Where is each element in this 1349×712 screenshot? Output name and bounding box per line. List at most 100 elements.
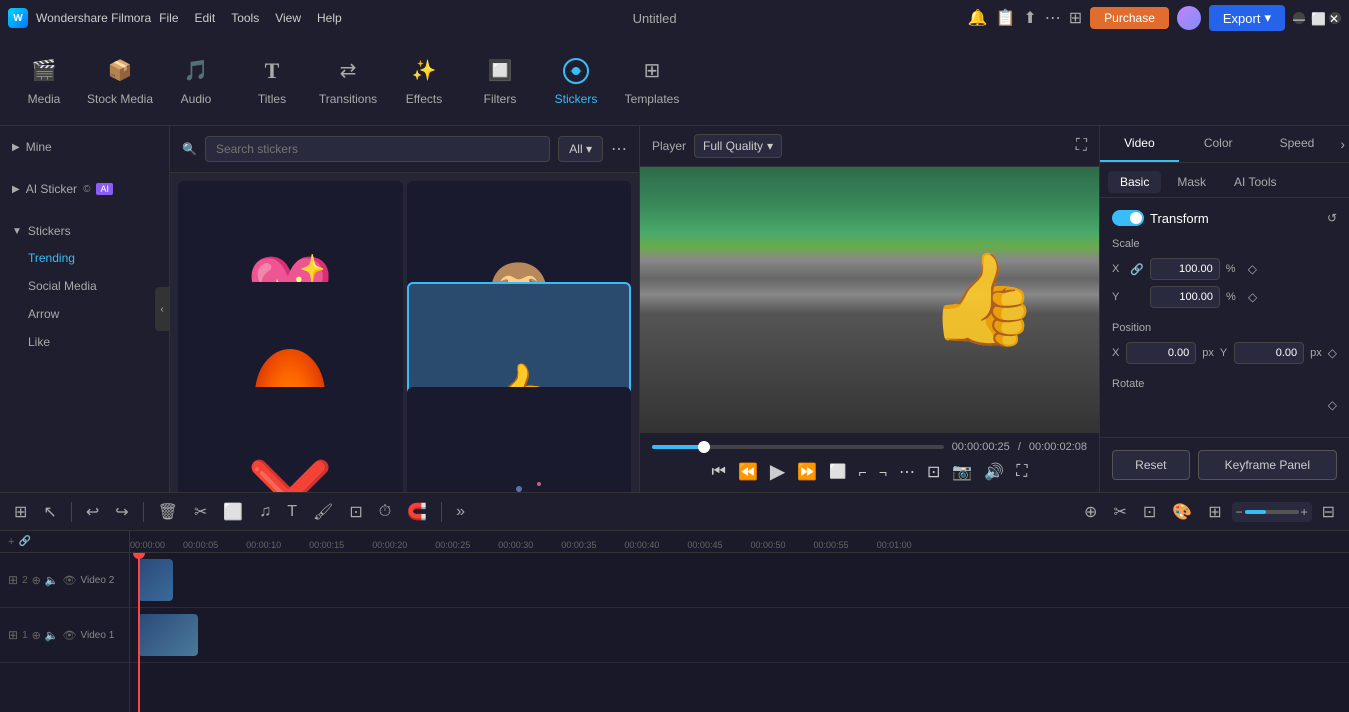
audio-mute-icon[interactable]: 🔈 (45, 574, 59, 587)
scale-y-input[interactable] (1150, 286, 1220, 308)
sticker-x-circle[interactable]: ❌ (178, 387, 403, 492)
audio-detach-button[interactable]: ♫ (253, 499, 277, 525)
zoom-in-icon[interactable]: + (1301, 505, 1308, 519)
more-edit-button[interactable]: » (450, 499, 471, 525)
tab-video[interactable]: Video (1100, 126, 1179, 162)
tool-audio[interactable]: 🎵 Audio (160, 43, 232, 118)
speed-edit-button[interactable]: ⏱ (373, 499, 397, 525)
transform-toggle[interactable] (1112, 210, 1144, 226)
more-tabs-icon[interactable]: › (1336, 126, 1349, 162)
purchase-button[interactable]: Purchase (1090, 7, 1169, 29)
icon-bookmark[interactable]: 📋 (995, 8, 1015, 28)
snap-button[interactable]: 🧲 (401, 498, 433, 526)
text-button[interactable]: T (281, 499, 303, 525)
tool-transitions[interactable]: ⇄ Transitions (312, 43, 384, 118)
frame-forward-button[interactable]: ⏩ (797, 462, 817, 482)
scale-y-reset-icon[interactable]: ◇ (1248, 290, 1257, 304)
reset-button[interactable]: Reset (1112, 450, 1190, 480)
filter-dropdown[interactable]: All ▾ (558, 136, 603, 162)
subtab-basic[interactable]: Basic (1108, 171, 1161, 193)
delete-button[interactable]: 🗑 (152, 498, 184, 526)
audio-icon[interactable]: ⋯ (899, 462, 915, 482)
zoom-out-icon[interactable]: − (1236, 505, 1243, 519)
cut-button[interactable]: ✂ (188, 498, 213, 526)
user-avatar[interactable] (1177, 6, 1201, 30)
tool-media[interactable]: 🎬 Media (8, 43, 80, 118)
crop-button[interactable]: ⬜ (829, 463, 846, 480)
menu-tools[interactable]: Tools (231, 11, 259, 25)
fullscreen-icon[interactable]: ⛶ (1076, 137, 1087, 155)
section-mine-header[interactable]: ▶ Mine (0, 134, 169, 160)
menu-help[interactable]: Help (317, 11, 342, 25)
motion-track-button[interactable]: ⊕ (1078, 498, 1103, 526)
subtab-mask[interactable]: Mask (1165, 171, 1218, 193)
track-video2[interactable] (130, 553, 1349, 608)
tab-speed[interactable]: Speed (1258, 126, 1337, 162)
collapse-panel-button[interactable]: ‹ (155, 287, 169, 331)
tool-stickers[interactable]: Stickers (540, 43, 612, 118)
tool-titles[interactable]: T Titles (236, 43, 308, 118)
sticker-particles[interactable] (407, 387, 632, 492)
crop-edit-button[interactable]: ⬜ (217, 498, 249, 526)
close-button[interactable]: ✕ (1329, 12, 1341, 24)
tool-templates[interactable]: ⊞ Templates (616, 43, 688, 118)
add-media-icon-2[interactable]: ⊕ (32, 629, 41, 642)
scene-detect-button[interactable]: ⊡ (1137, 498, 1162, 526)
skip-back-button[interactable]: ⏮ (712, 463, 726, 481)
eye-icon-2[interactable]: 👁 (63, 629, 77, 642)
scale-x-reset-icon[interactable]: ◇ (1248, 262, 1257, 276)
smart-cutout-button[interactable]: ✂ (1107, 498, 1132, 526)
mark-in-button[interactable]: ⌐ (859, 464, 867, 480)
paint-button[interactable]: 🖌 (307, 498, 339, 526)
position-y-input[interactable] (1234, 342, 1304, 364)
keyframe-panel-button[interactable]: Keyframe Panel (1198, 450, 1337, 480)
tool-stock-media[interactable]: 📦 Stock Media (84, 43, 156, 118)
more-options-icon[interactable]: ⋯ (611, 139, 627, 159)
add-media-icon[interactable]: ⊕ (32, 574, 41, 587)
zoom-button[interactable]: ⊡ (927, 462, 940, 482)
section-stickers-header[interactable]: ▼ Stickers (0, 218, 169, 244)
play-button[interactable]: ▶ (770, 459, 785, 484)
add-track-button[interactable]: ⊞ (8, 498, 33, 526)
icon-notification[interactable]: 🔔 (968, 8, 988, 28)
eye-icon[interactable]: 👁 (63, 574, 77, 587)
panel-item-arrow[interactable]: Arrow (0, 300, 169, 328)
section-ai-sticker-header[interactable]: ▶ AI Sticker © AI (0, 176, 169, 202)
clip-video1[interactable] (138, 614, 198, 656)
rotate-reset-icon[interactable]: ◇ (1328, 398, 1337, 412)
search-input[interactable] (205, 136, 550, 162)
frame-back-button[interactable]: ⏪ (738, 462, 758, 482)
mark-out-button[interactable]: ¬ (879, 464, 887, 480)
select-tool-button[interactable]: ↖ (37, 498, 62, 526)
zoom-slider[interactable] (1245, 510, 1299, 514)
menu-edit[interactable]: Edit (195, 11, 216, 25)
subtab-ai-tools[interactable]: AI Tools (1222, 171, 1288, 193)
quality-dropdown[interactable]: Full Quality ▾ (694, 134, 782, 158)
panel-item-trending[interactable]: Trending (0, 244, 169, 272)
panel-item-like[interactable]: Like (0, 328, 169, 356)
maximize-button[interactable]: ⬜ (1311, 12, 1323, 24)
track-video1[interactable] (130, 608, 1349, 663)
position-x-input[interactable] (1126, 342, 1196, 364)
screenshot-button[interactable]: 📷 (952, 462, 972, 482)
menu-file[interactable]: File (159, 11, 178, 25)
export-button[interactable]: Export ▾ (1209, 5, 1285, 31)
grid-view-button[interactable]: ⊟ (1316, 498, 1341, 526)
progress-bar[interactable] (652, 445, 944, 449)
tool-filters[interactable]: 🔲 Filters (464, 43, 536, 118)
tab-color[interactable]: Color (1179, 126, 1258, 162)
transform-button[interactable]: ⊡ (343, 498, 368, 526)
icon-upload[interactable]: ⬆ (1023, 8, 1036, 28)
scale-x-input[interactable] (1150, 258, 1220, 280)
icon-more[interactable]: ⋯ (1045, 8, 1061, 28)
minimize-button[interactable]: — (1293, 12, 1305, 24)
panel-item-social-media[interactable]: Social Media (0, 272, 169, 300)
position-reset-icon[interactable]: ◇ (1328, 346, 1337, 360)
volume-button[interactable]: 🔊 (984, 462, 1004, 482)
clip-video2[interactable] (138, 559, 173, 601)
color-match-button[interactable]: 🎨 (1166, 498, 1198, 526)
transform-reset-icon[interactable]: ↺ (1327, 211, 1337, 225)
undo-button[interactable]: ↩ (80, 498, 105, 526)
fullscreen-button[interactable]: ⛶ (1016, 463, 1027, 481)
menu-view[interactable]: View (275, 11, 301, 25)
